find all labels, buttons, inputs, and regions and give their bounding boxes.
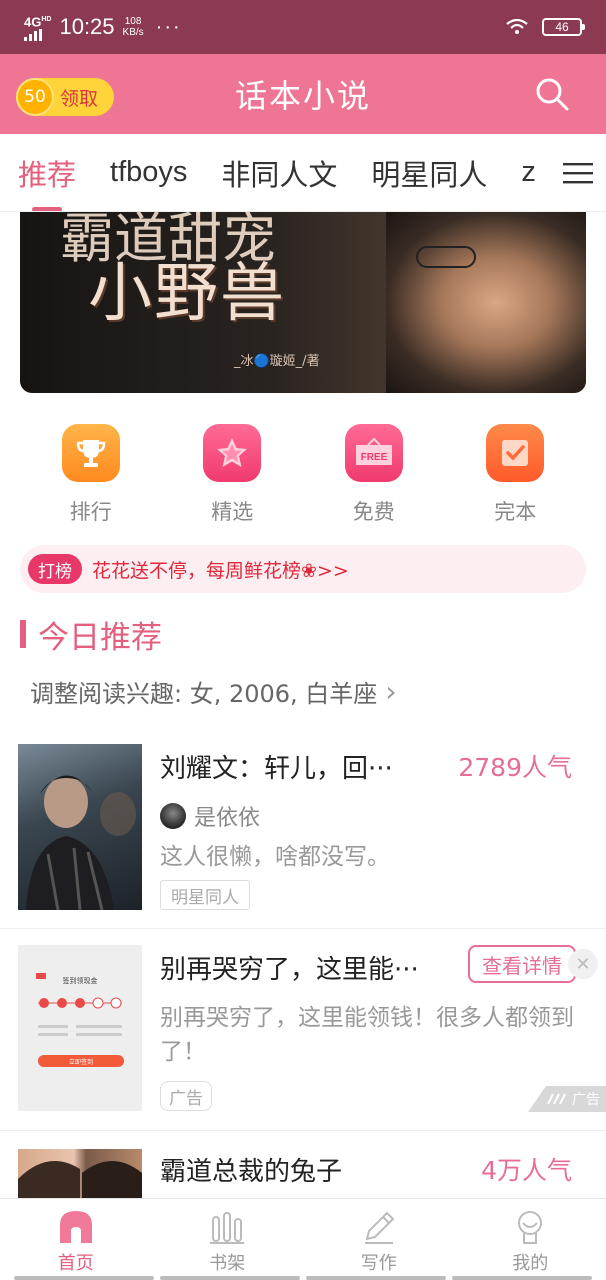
nav-profile-label: 我的 <box>512 1253 549 1274</box>
tab-tfboys[interactable]: tfboys <box>110 156 187 189</box>
ad-thumbnail: 签到领现金 立即签到 <box>18 945 142 1111</box>
notice-text: 花花送不停，每周鲜花榜❀>> <box>92 559 349 582</box>
more-notifications: ··· <box>155 15 182 38</box>
battery-level: 46 <box>555 20 569 34</box>
claim-coins-button[interactable]: 50 领取 <box>16 78 114 116</box>
search-icon[interactable] <box>534 76 570 112</box>
ad-mark-label: 广告 <box>572 1092 600 1108</box>
entry-featured[interactable]: 精选 <box>182 424 282 534</box>
entry-completed-label: 完本 <box>494 500 537 524</box>
glasses-graphic <box>416 246 476 268</box>
coin-count: 50 <box>24 87 46 107</box>
wifi-icon <box>506 19 528 34</box>
chevron-right-icon: › <box>385 675 397 708</box>
net-speed-value: 108 <box>124 16 142 27</box>
menu-icon <box>563 162 593 183</box>
net-speed: 108 KB/s <box>123 16 144 38</box>
ad-tag: 广告 <box>160 1081 212 1111</box>
status-bar: 4GHD 10:25 108 KB/s ··· 46 <box>0 0 606 54</box>
book-title: 刘耀文：轩儿，回··· <box>160 754 393 784</box>
tab-original[interactable]: 非同人文 <box>221 152 337 194</box>
tab-celebrity-fanfic[interactable]: 明星同人 <box>371 152 487 194</box>
ad-description: 别再哭穷了，这里能领钱！很多人都领到了！ <box>160 1005 574 1065</box>
nav-home-label: 首页 <box>57 1253 94 1274</box>
ad-item[interactable]: 签到领现金 立即签到 别再哭穷了，这里能··· 查看详情 ✕ 别再哭穷了，这里能… <box>0 928 606 1130</box>
nav-write-label: 写作 <box>360 1253 397 1274</box>
bookshelf-icon <box>210 1212 245 1244</box>
book-cover <box>18 1149 142 1198</box>
ad-thumb-title: 签到领现金 <box>63 976 98 985</box>
network-type: 4G <box>24 14 42 30</box>
author-name: 是依依 <box>194 806 261 831</box>
home-icon <box>59 1211 92 1243</box>
section-header: 今日推荐 <box>20 614 162 656</box>
banner-author: _冰🔵璇姬_/著 <box>234 354 320 369</box>
entry-free[interactable]: FREE 免费 <box>324 424 424 534</box>
quick-entries: 排行 精选 FREE 免费 完本 <box>0 424 606 534</box>
trophy-icon <box>61 424 120 482</box>
ad-thumb-button: 立即签到 <box>69 1058 93 1066</box>
book-description: 这人很懒，啥都没写。 <box>160 844 390 870</box>
claim-label: 领取 <box>60 87 99 110</box>
entry-ranking-label: 排行 <box>69 500 112 524</box>
star-icon <box>203 424 262 482</box>
book-tag: 明星同人 <box>160 880 250 910</box>
ad-mark: 广告 <box>528 1086 606 1112</box>
free-icon-text: FREE <box>360 452 387 463</box>
book-item[interactable]: 刘耀文：轩儿，回··· 2789人气 是依依 这人很懒，啥都没写。 明星同人 <box>0 728 606 928</box>
category-tabs: 推荐 tfboys 非同人文 明星同人 z <box>0 134 606 212</box>
book-popularity: 4万人气 <box>481 1156 572 1185</box>
app-header: 50 领取 话本小说 <box>0 54 606 134</box>
banner-title: 小野兽 <box>88 257 286 331</box>
free-tag-icon: FREE <box>344 424 403 482</box>
section-accent-bar <box>20 620 26 648</box>
book-title: 霸道总裁的兔子 <box>160 1157 343 1187</box>
reading-interest-link[interactable]: 调整阅读兴趣: 女, 2006, 白羊座 › <box>30 674 397 709</box>
book-cover <box>18 744 142 910</box>
entry-featured-label: 精选 <box>211 500 254 524</box>
banner-portrait-image <box>386 212 586 393</box>
entry-free-label: 免费 <box>352 500 395 524</box>
flower-ranking-notice[interactable]: 打榜 花花送不停，每周鲜花榜❀>> <box>20 545 586 593</box>
author-row: 是依依 <box>160 800 260 832</box>
signal-icon <box>24 28 42 41</box>
ad-title: 别再哭穷了，这里能··· <box>160 955 419 985</box>
app-title: 话本小说 <box>234 77 371 115</box>
book-item[interactable]: 霸道总裁的兔子 4万人气 <box>0 1130 606 1198</box>
network-hd: HD <box>41 16 52 24</box>
nav-profile[interactable]: 我的 <box>455 1199 606 1280</box>
view-details-button[interactable]: 查看详情 <box>468 945 576 983</box>
nav-bookshelf[interactable]: 书架 <box>152 1199 304 1280</box>
featured-banner[interactable]: 霸道甜宠 小野兽 _冰🔵璇姬_/著 <box>20 212 586 393</box>
network-indicator: 4GHD <box>24 13 52 41</box>
notice-badge: 打榜 <box>28 554 82 584</box>
tab-more-truncated[interactable]: z <box>521 156 536 189</box>
close-icon[interactable]: ✕ <box>568 949 598 979</box>
coin-icon: 50 <box>16 78 54 116</box>
battery-icon: 46 <box>542 18 585 36</box>
book-popularity: 2789人气 <box>458 753 572 782</box>
nav-write[interactable]: 写作 <box>303 1199 455 1280</box>
category-menu-button[interactable] <box>550 134 606 211</box>
section-title: 今日推荐 <box>38 619 162 656</box>
author-avatar <box>160 803 186 829</box>
gesture-bar <box>0 1276 606 1280</box>
clock: 10:25 <box>59 14 115 39</box>
bottom-navigation: 首页 书架 写作 我的 <box>0 1198 606 1280</box>
nav-home[interactable]: 首页 <box>0 1199 152 1280</box>
net-speed-unit: KB/s <box>122 27 144 38</box>
interest-text: 调整阅读兴趣: 女, 2006, 白羊座 <box>30 680 378 708</box>
profile-icon <box>518 1211 543 1244</box>
checkmark-icon <box>486 424 545 482</box>
nav-bookshelf-label: 书架 <box>209 1253 246 1274</box>
ad-network-icon <box>547 1093 566 1105</box>
entry-ranking[interactable]: 排行 <box>41 424 141 534</box>
tab-recommend[interactable]: 推荐 <box>18 152 76 211</box>
entry-completed[interactable]: 完本 <box>465 424 565 534</box>
pencil-icon <box>364 1211 395 1244</box>
